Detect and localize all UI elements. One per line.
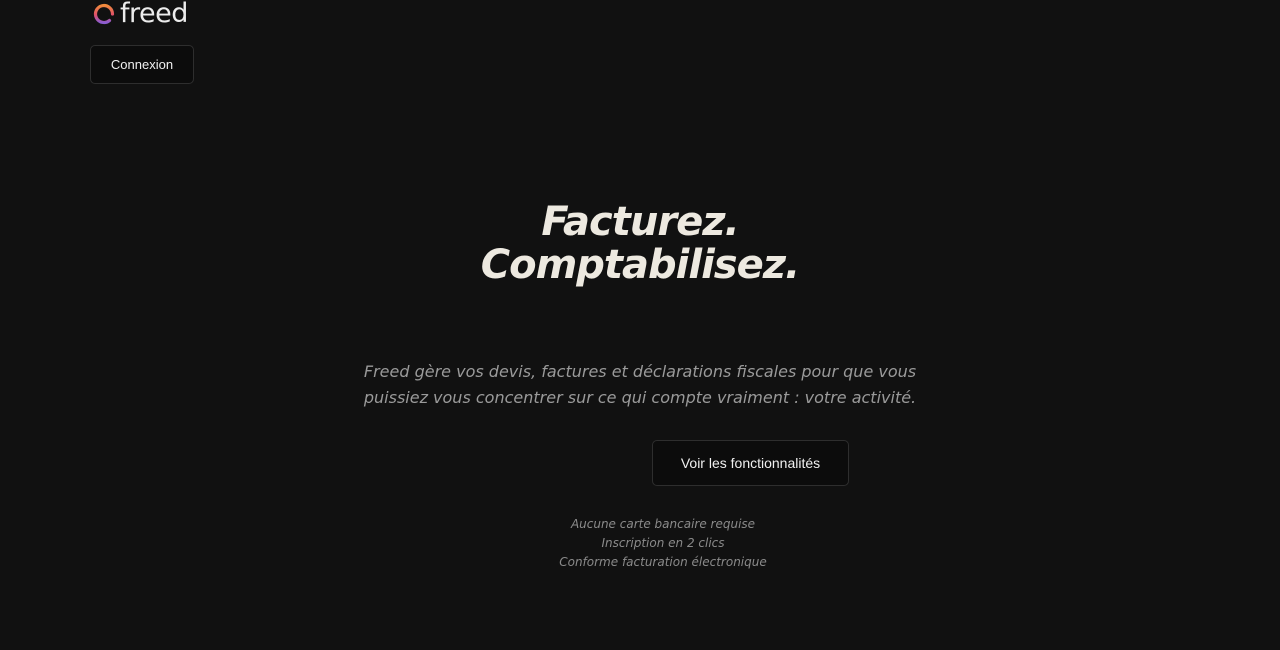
brand-name: freed [120,0,188,29]
hero-title-line-2: Comptabilisez. [480,242,800,288]
perks-list: Aucune carte bancaire requise Inscriptio… [463,515,863,572]
landing-page: freed Connexion Facturez. Comptabilisez.… [0,0,1280,650]
perk-item: Inscription en 2 clics [601,536,725,550]
freed-logo-icon [93,4,115,25]
features-button[interactable]: Voir les fonctionnalités [652,440,849,486]
login-button[interactable]: Connexion [90,45,194,84]
perk-item: Aucune carte bancaire requise [570,517,756,531]
brand-logo[interactable]: freed [92,0,188,29]
hero-description: Freed gère vos devis, factures et déclar… [363,362,917,407]
hero-title: Facturez. Comptabilisez. [0,201,1280,287]
perk-item: Conforme facturation électronique [559,555,767,569]
hero-title-line-1: Facturez. [541,199,739,245]
